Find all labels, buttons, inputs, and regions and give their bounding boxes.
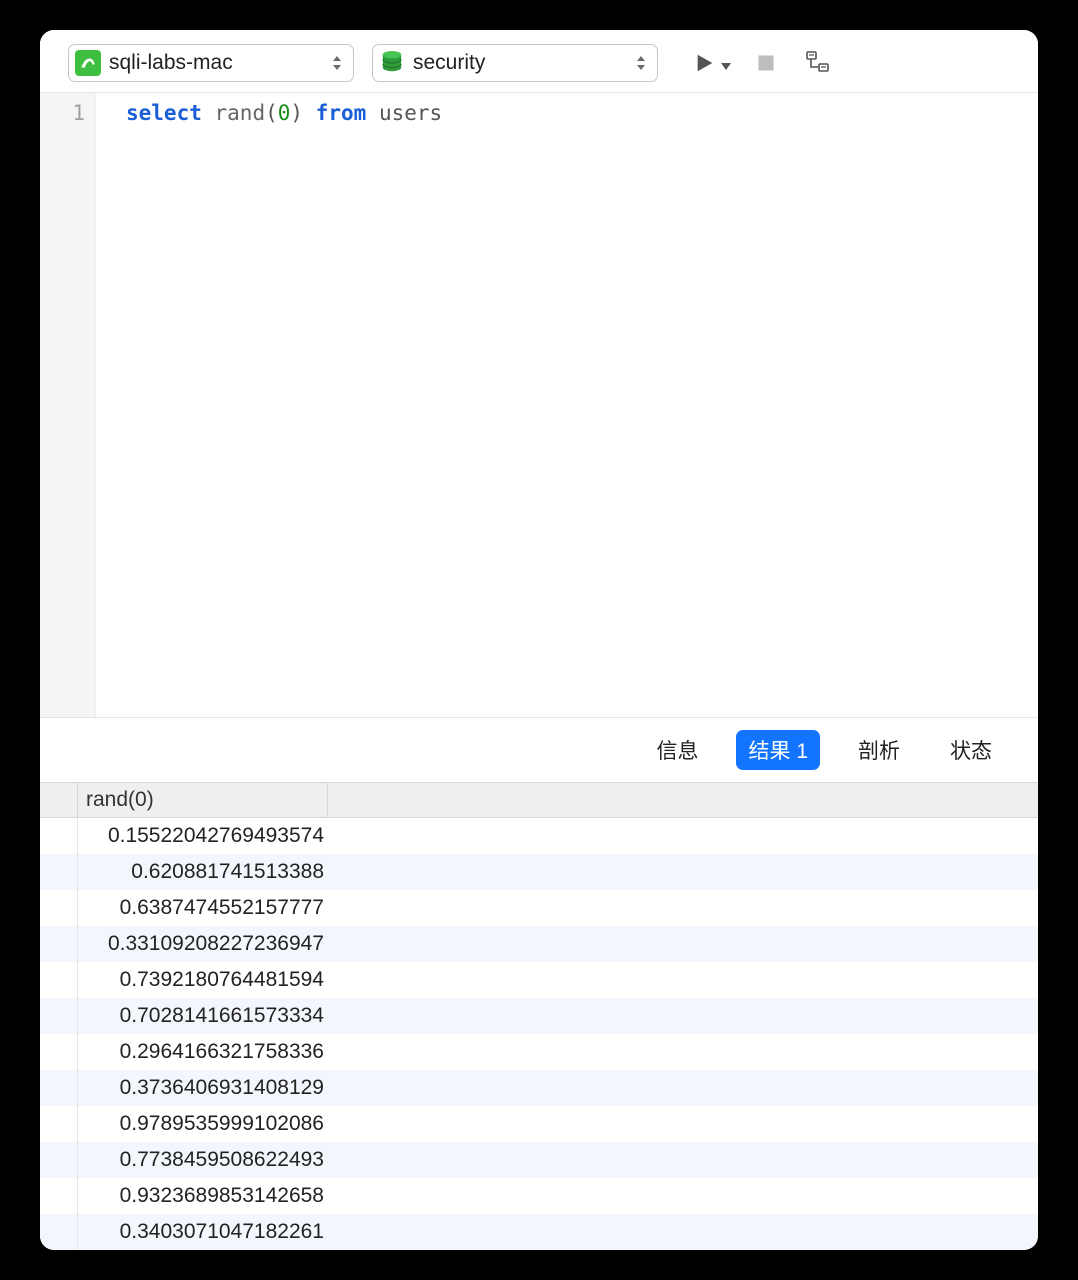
stop-button[interactable] <box>749 46 783 80</box>
explain-icon <box>805 50 831 76</box>
row-gutter <box>40 1214 78 1250</box>
database-dropdown[interactable]: security <box>372 44 658 82</box>
connection-label: sqli-labs-mac <box>109 51 329 75</box>
code-token: from <box>316 101 367 125</box>
table-row[interactable]: 0.7028141661573334 <box>40 998 1038 1034</box>
line-gutter: 1 <box>40 93 96 717</box>
table-row[interactable]: 0.2964166321758336 <box>40 1034 1038 1070</box>
connection-dropdown[interactable]: sqli-labs-mac <box>68 44 354 82</box>
explain-button[interactable] <box>801 46 835 80</box>
cell-value[interactable]: 0.9323689853142658 <box>78 1184 328 1208</box>
table-row[interactable]: 0.9789535999102086 <box>40 1106 1038 1142</box>
code-token: select <box>126 101 202 125</box>
cell-value[interactable]: 0.620881741513388 <box>78 860 328 884</box>
cell-value[interactable]: 0.6387474552157777 <box>78 896 328 920</box>
table-row[interactable]: 0.6387474552157777 <box>40 890 1038 926</box>
row-gutter <box>40 1106 78 1142</box>
row-gutter <box>40 1070 78 1106</box>
database-label: security <box>413 51 633 75</box>
tab-result[interactable]: 结果 1 <box>736 730 820 770</box>
code-token: ( <box>265 101 278 125</box>
results-header: rand(0) <box>40 783 1038 818</box>
app-window: sqli-labs-mac security <box>40 30 1038 1250</box>
results-panel: rand(0) 0.15522042769493574 0.62088174151… <box>40 782 1038 1250</box>
cell-value[interactable]: 0.7028141661573334 <box>78 1004 328 1028</box>
row-gutter <box>40 926 78 962</box>
cell-value[interactable]: 0.15522042769493574 <box>78 824 328 848</box>
row-gutter <box>40 1142 78 1178</box>
table-row[interactable]: 0.620881741513388 <box>40 854 1038 890</box>
result-tabs: 信息结果 1 剖析状态 <box>40 717 1038 782</box>
row-gutter <box>40 1178 78 1214</box>
tab-profile[interactable]: 剖析 <box>846 730 912 770</box>
code-token <box>366 101 379 125</box>
code-area[interactable]: select rand(0) from users <box>96 93 442 717</box>
code-token <box>202 101 215 125</box>
run-menu-caret-icon[interactable] <box>721 63 731 74</box>
tab-info[interactable]: 信息 <box>644 730 710 770</box>
code-token: users <box>379 101 442 125</box>
cell-value[interactable]: 0.3736406931408129 <box>78 1076 328 1100</box>
cell-value[interactable]: 0.2964166321758336 <box>78 1040 328 1064</box>
cell-value[interactable]: 0.9789535999102086 <box>78 1112 328 1136</box>
code-token <box>303 101 316 125</box>
sql-editor[interactable]: 1 select rand(0) from users <box>40 92 1038 717</box>
table-row[interactable]: 0.7392180764481594 <box>40 962 1038 998</box>
database-icon <box>379 50 405 76</box>
mysql-icon <box>75 50 101 76</box>
updown-icon <box>329 56 345 70</box>
row-gutter <box>40 998 78 1034</box>
tab-status[interactable]: 状态 <box>938 730 1004 770</box>
row-gutter <box>40 818 78 854</box>
run-button[interactable] <box>688 46 722 80</box>
stop-icon <box>756 53 776 73</box>
results-body: 0.15522042769493574 0.620881741513388 0.63… <box>40 818 1038 1250</box>
code-token: rand <box>215 101 266 125</box>
row-gutter <box>40 962 78 998</box>
table-row[interactable]: 0.33109208227236947 <box>40 926 1038 962</box>
table-row[interactable]: 0.15522042769493574 <box>40 818 1038 854</box>
updown-icon <box>633 56 649 70</box>
table-row[interactable]: 0.3403071047182261 <box>40 1214 1038 1250</box>
column-header[interactable]: rand(0) <box>78 783 328 817</box>
row-gutter <box>40 1034 78 1070</box>
play-icon <box>694 52 716 74</box>
cell-value[interactable]: 0.3403071047182261 <box>78 1220 328 1244</box>
code-token: 0 <box>278 101 291 125</box>
toolbar: sqli-labs-mac security <box>40 30 1038 92</box>
table-row[interactable]: 0.7738459508622493 <box>40 1142 1038 1178</box>
row-gutter <box>40 890 78 926</box>
line-number: 1 <box>40 101 85 125</box>
cell-value[interactable]: 0.7738459508622493 <box>78 1148 328 1172</box>
cell-value[interactable]: 0.33109208227236947 <box>78 932 328 956</box>
row-gutter <box>40 854 78 890</box>
table-row[interactable]: 0.3736406931408129 <box>40 1070 1038 1106</box>
table-row[interactable]: 0.9323689853142658 <box>40 1178 1038 1214</box>
cell-value[interactable]: 0.7392180764481594 <box>78 968 328 992</box>
row-gutter-header <box>40 783 78 817</box>
code-token: ) <box>290 101 303 125</box>
